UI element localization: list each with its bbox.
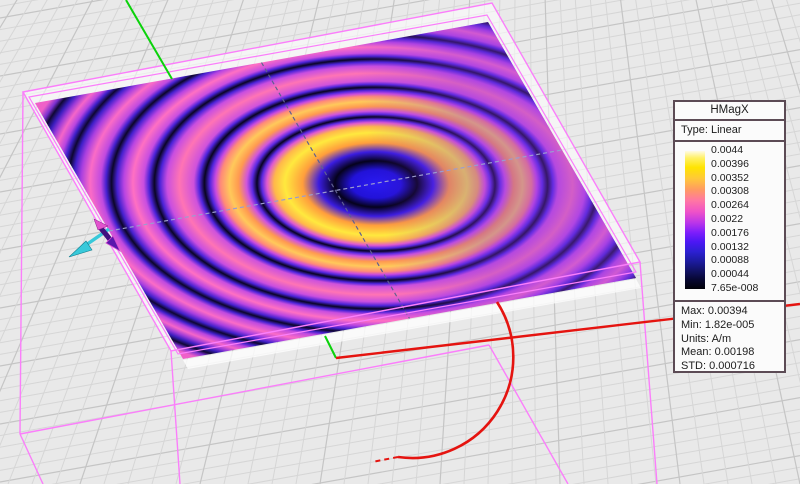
colorbar-tick-label: 0.00308: [711, 185, 785, 199]
colorbar-tick-label: 0.00176: [711, 227, 785, 241]
colorbar-tick-label: 0.00088: [711, 254, 785, 268]
legend-title: HMagX: [675, 102, 784, 121]
legend-stat-line: STD: 0.000716: [681, 360, 784, 374]
legend-stat-line: Min: 1.82e-005: [681, 319, 784, 333]
colorbar-tick-label: 0.0044: [711, 144, 785, 158]
colorbar: [685, 151, 705, 289]
colorbar-tick-label: 0.00396: [711, 158, 785, 172]
colorbar-tick-label: 0.00044: [711, 268, 785, 282]
legend-statistics: Max: 0.00394Min: 1.82e-005Units: A/mMean…: [675, 300, 784, 374]
colorbar-tick-label: 0.00352: [711, 172, 785, 186]
colorbar-tick-label: 0.00132: [711, 241, 785, 255]
colorbar-tick-label: 0.00264: [711, 199, 785, 213]
legend-stat-line: Max: 0.00394: [681, 305, 784, 319]
colorbar-tick-label: 7.65e-008: [711, 282, 785, 296]
colorbar-tick-label: 0.0022: [711, 213, 785, 227]
legend-scale-type: Type: Linear: [675, 121, 784, 142]
modeler-viewport[interactable]: HMagX Type: Linear 0.00440.003960.003520…: [0, 0, 800, 484]
legend-panel[interactable]: HMagX Type: Linear 0.00440.003960.003520…: [673, 100, 786, 373]
colorbar-tick-labels: 0.00440.003960.003520.003080.002640.0022…: [711, 144, 785, 296]
legend-color-scale: 0.00440.003960.003520.003080.002640.0022…: [675, 142, 784, 300]
legend-stat-line: Mean: 0.00198: [681, 346, 784, 360]
legend-stat-line: Units: A/m: [681, 333, 784, 347]
